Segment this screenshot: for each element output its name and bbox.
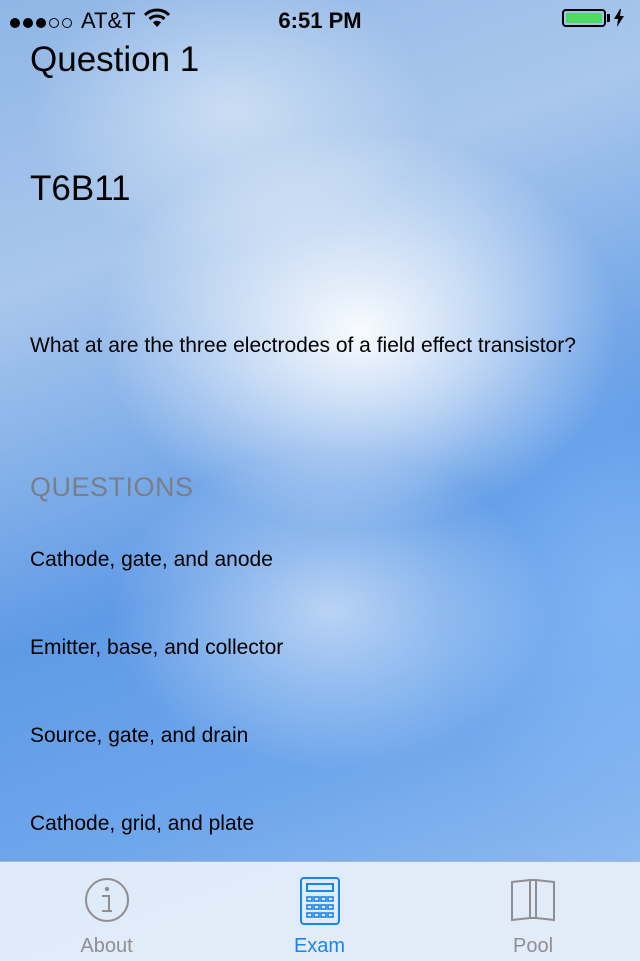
book-icon (509, 876, 557, 929)
question-code: T6B11 (30, 169, 131, 208)
answer-option[interactable]: Emitter, base, and collector (30, 636, 283, 660)
tab-pool[interactable]: Pool (426, 862, 640, 961)
page-title: Question 1 (30, 40, 200, 79)
answer-option[interactable]: Source, gate, and drain (30, 724, 248, 748)
question-text: What at are the three electrodes of a fi… (30, 334, 576, 357)
status-bar: AT&T 6:51 PM (0, 0, 640, 40)
battery-icon (562, 9, 624, 27)
tab-exam[interactable]: Exam (213, 862, 426, 961)
charging-bolt-icon (614, 9, 624, 27)
answer-option[interactable]: Cathode, grid, and plate (30, 812, 254, 836)
tab-exam-label: Exam (293, 935, 346, 957)
tab-about-label: About (80, 935, 133, 957)
tab-pool-label: Pool (512, 935, 554, 957)
status-time: 6:51 PM (278, 8, 362, 33)
section-header: QUESTIONS (30, 472, 194, 502)
tab-bar: About Exam Pool (0, 861, 640, 961)
tab-about[interactable]: About (0, 862, 213, 961)
answer-option[interactable]: Cathode, gate, and anode (30, 548, 273, 572)
info-icon (83, 876, 131, 929)
calculator-icon (299, 876, 341, 931)
